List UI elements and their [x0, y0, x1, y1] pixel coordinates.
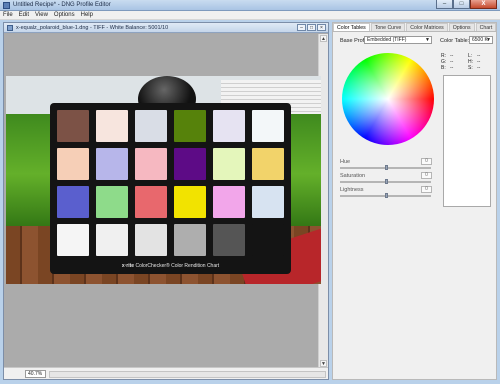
color-patch	[57, 224, 89, 256]
lightness-label: Lightness	[340, 187, 364, 193]
status-bar: 40.7%	[4, 367, 328, 379]
color-patch	[252, 110, 284, 142]
hue-label: Hue	[340, 159, 351, 165]
color-wheel[interactable]	[342, 53, 434, 145]
base-profile-select[interactable]: Embedded (TIFF) ▼	[364, 36, 432, 44]
scroll-down-icon[interactable]: ▼	[320, 360, 327, 367]
color-patch	[174, 224, 206, 256]
menu-file[interactable]: File	[3, 11, 13, 19]
color-patch	[96, 110, 128, 142]
colorchecker-chart: x·rite ColorChecker® Color Rendition Cha…	[50, 103, 291, 274]
chevron-down-icon: ▼	[486, 37, 491, 43]
color-patch	[252, 186, 284, 218]
color-patch	[135, 148, 167, 180]
tab-color-tables[interactable]: Color Tables	[333, 23, 370, 31]
lightness-slider-thumb[interactable]	[385, 193, 388, 198]
image-window-title: x-equalz_polaroid_blue-1.dng - TIFF - Wh…	[16, 25, 169, 31]
tab-options[interactable]: Options	[448, 23, 475, 31]
menu-view[interactable]: View	[35, 11, 48, 19]
image-window-controls: – □ ×	[296, 24, 326, 31]
minimize-button[interactable]: –	[436, 0, 453, 9]
color-table-select[interactable]: 6500 K ▼	[469, 36, 493, 44]
color-readouts: R: -- L: -- G: -- H: -- B: -- S: --	[441, 53, 495, 71]
title-bar: Untitled Recipe* - DNG Profile Editor – …	[0, 0, 500, 11]
tab-tone-curve[interactable]: Tone Curve	[370, 23, 406, 31]
zoom-field[interactable]: 40.7%	[25, 370, 46, 378]
color-patch	[96, 186, 128, 218]
photo-image: x·rite ColorChecker® Color Rendition Cha…	[6, 76, 321, 284]
base-profile-value: Embedded (TIFF)	[367, 37, 407, 43]
color-patch	[135, 224, 167, 256]
color-patch	[57, 110, 89, 142]
readout-b-value: --	[450, 65, 454, 71]
saturation-slider-thumb[interactable]	[385, 179, 388, 184]
color-patch	[135, 110, 167, 142]
tab-color-matrices[interactable]: Color Matrices	[406, 23, 448, 31]
scroll-up-icon[interactable]: ▲	[320, 35, 327, 42]
saturation-value[interactable]: 0	[421, 172, 432, 179]
image-maximize-button[interactable]: □	[307, 24, 316, 31]
color-patch	[96, 148, 128, 180]
color-patch	[213, 186, 245, 218]
close-button[interactable]: X	[470, 0, 497, 9]
readout-row: B: -- S: --	[441, 65, 495, 71]
color-patches	[57, 110, 284, 256]
color-swatch-list[interactable]	[443, 75, 491, 207]
color-patch	[174, 148, 206, 180]
horizontal-scrollbar[interactable]	[49, 371, 326, 378]
window-title: Untitled Recipe* - DNG Profile Editor	[13, 2, 111, 8]
window-controls: – □ X	[436, 0, 497, 10]
menu-edit[interactable]: Edit	[19, 11, 29, 19]
app-icon	[3, 2, 10, 9]
colorchecker-caption: x·rite ColorChecker® Color Rendition Cha…	[50, 263, 291, 269]
brand-logo: x·rite	[121, 263, 135, 269]
saturation-label: Saturation	[340, 173, 366, 179]
color-patch	[57, 148, 89, 180]
chart-label: ColorChecker® Color Rendition Chart	[135, 263, 220, 269]
readout-b-label: B:	[441, 65, 446, 71]
readout-s-value: --	[477, 65, 481, 71]
image-window-titlebar: x-equalz_polaroid_blue-1.dng - TIFF - Wh…	[4, 23, 328, 33]
color-patch	[252, 224, 284, 256]
document-icon	[7, 25, 13, 31]
color-patch	[213, 110, 245, 142]
chevron-down-icon: ▼	[425, 37, 430, 43]
color-patch	[135, 186, 167, 218]
hue-slider-thumb[interactable]	[385, 165, 388, 170]
color-patch	[57, 186, 89, 218]
hue-value[interactable]: 0	[421, 158, 432, 165]
lightness-value[interactable]: 0	[421, 186, 432, 193]
panel-tabs: Color Tables Tone Curve Color Matrices O…	[333, 23, 497, 32]
color-patch	[96, 224, 128, 256]
image-minimize-button[interactable]: –	[297, 24, 306, 31]
maximize-button[interactable]: □	[453, 0, 470, 9]
image-close-button[interactable]: ×	[317, 24, 326, 31]
color-patch	[213, 148, 245, 180]
editor-panel: Color Tables Tone Curve Color Matrices O…	[332, 22, 497, 380]
color-patch	[174, 186, 206, 218]
menu-options[interactable]: Options	[54, 11, 75, 19]
color-patch	[252, 148, 284, 180]
menu-bar: File Edit View Options Help	[0, 11, 500, 20]
color-patch	[174, 110, 206, 142]
menu-help[interactable]: Help	[81, 11, 93, 19]
readout-s-label: S:	[468, 65, 473, 71]
color-table-label: Color Table:	[440, 38, 470, 44]
color-patch	[213, 224, 245, 256]
tab-chart[interactable]: Chart	[475, 23, 497, 31]
